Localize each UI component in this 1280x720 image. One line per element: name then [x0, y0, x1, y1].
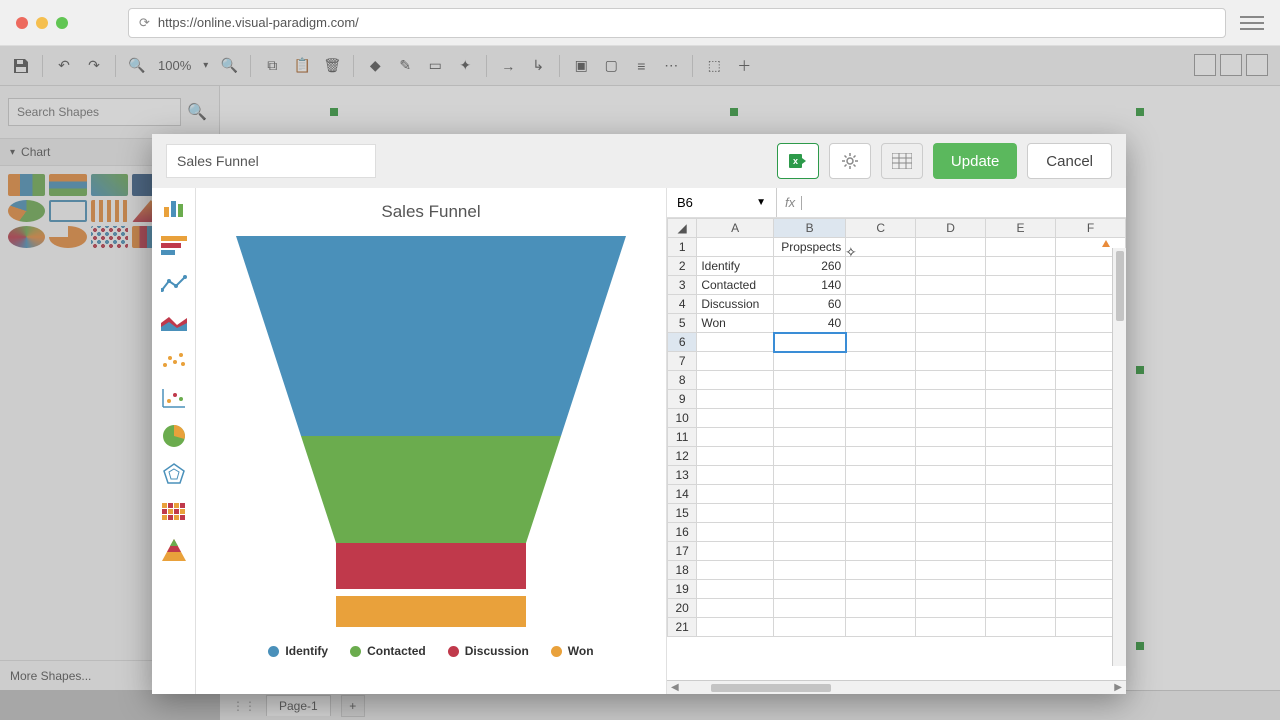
cell-A5[interactable]: Won	[697, 314, 774, 333]
cell-A4[interactable]: Discussion	[697, 295, 774, 314]
select-all-cell[interactable]: ◢	[668, 219, 697, 238]
chart-title-text: Sales Funnel	[216, 202, 646, 222]
legend-identify: Identify	[285, 644, 328, 658]
chart-edit-dialog: x Update Cancel Sales Funnel	[152, 134, 1126, 694]
funnel-chart	[236, 236, 626, 636]
update-button[interactable]: Update	[933, 143, 1017, 179]
dialog-header: x Update Cancel	[152, 134, 1126, 188]
close-window[interactable]	[16, 17, 28, 29]
radar-icon[interactable]	[160, 462, 188, 486]
url-text: https://online.visual-paradigm.com/	[158, 15, 359, 30]
address-bar[interactable]: ⟳ https://online.visual-paradigm.com/	[128, 8, 1226, 38]
col-E[interactable]: E	[986, 219, 1056, 238]
area-chart-icon[interactable]	[160, 310, 188, 334]
reload-icon[interactable]: ⟳	[139, 15, 150, 31]
bar-chart-icon[interactable]	[160, 196, 188, 220]
heatmap-icon[interactable]	[160, 500, 188, 524]
horizontal-scrollbar[interactable]: ◀ ▶	[667, 680, 1126, 694]
active-cell-label: B6	[677, 195, 693, 210]
funnel-seg-won	[336, 596, 526, 627]
funnel-seg-identify	[236, 236, 626, 436]
cell-B6[interactable]	[774, 333, 846, 352]
data-grid-toggle[interactable]	[881, 143, 923, 179]
chart-type-rail	[152, 188, 196, 694]
col-A[interactable]: A	[697, 219, 774, 238]
funnel-seg-discussion	[336, 543, 526, 589]
scatter-icon[interactable]	[160, 348, 188, 372]
data-grid[interactable]: ◢ A B C D E F 1Propspects 2Identify260 3…	[667, 218, 1126, 680]
line-chart-icon[interactable]	[160, 272, 188, 296]
svg-text:x: x	[793, 156, 798, 166]
legend-contacted: Contacted	[367, 644, 426, 658]
vertical-scrollbar[interactable]	[1112, 248, 1126, 666]
funnel-seg-contacted	[301, 436, 561, 543]
chart-settings-button[interactable]	[829, 143, 871, 179]
cell-A3[interactable]: Contacted	[697, 276, 774, 295]
maximize-window[interactable]	[56, 17, 68, 29]
browser-menu-icon[interactable]	[1240, 11, 1264, 35]
chart-legend: Identify Contacted Discussion Won	[268, 644, 593, 658]
export-excel-button[interactable]: x	[777, 143, 819, 179]
cell-reference-box[interactable]: B6 ▼	[667, 188, 777, 217]
cell-B1[interactable]: Propspects	[774, 238, 846, 257]
cell-B3[interactable]: 140	[774, 276, 846, 295]
pie-icon[interactable]	[160, 424, 188, 448]
minimize-window[interactable]	[36, 17, 48, 29]
col-C[interactable]: C	[846, 219, 916, 238]
cancel-button[interactable]: Cancel	[1027, 143, 1112, 179]
bubble-icon[interactable]	[160, 386, 188, 410]
col-D[interactable]: D	[916, 219, 986, 238]
formula-bar[interactable]: fx	[777, 195, 1126, 210]
legend-discussion: Discussion	[465, 644, 529, 658]
scroll-up-icon[interactable]	[1102, 240, 1110, 247]
pyramid-icon[interactable]	[160, 538, 188, 562]
col-F[interactable]: F	[1056, 219, 1126, 238]
cell-B4[interactable]: 60	[774, 295, 846, 314]
chart-preview: Sales Funnel Identify Contacted Discussi…	[196, 188, 666, 694]
legend-won: Won	[568, 644, 594, 658]
col-B[interactable]: B	[774, 219, 846, 238]
stacked-bar-icon[interactable]	[160, 234, 188, 258]
cell-A2[interactable]: Identify	[697, 257, 774, 276]
cell-B2[interactable]: 260	[774, 257, 846, 276]
window-controls	[16, 17, 68, 29]
chart-title-input[interactable]	[166, 144, 376, 178]
browser-chrome: ⟳ https://online.visual-paradigm.com/	[0, 0, 1280, 46]
spreadsheet-panel: B6 ▼ fx ◢ A B C D E	[666, 188, 1126, 694]
fx-label: fx	[785, 195, 795, 210]
cell-B5[interactable]: 40	[774, 314, 846, 333]
